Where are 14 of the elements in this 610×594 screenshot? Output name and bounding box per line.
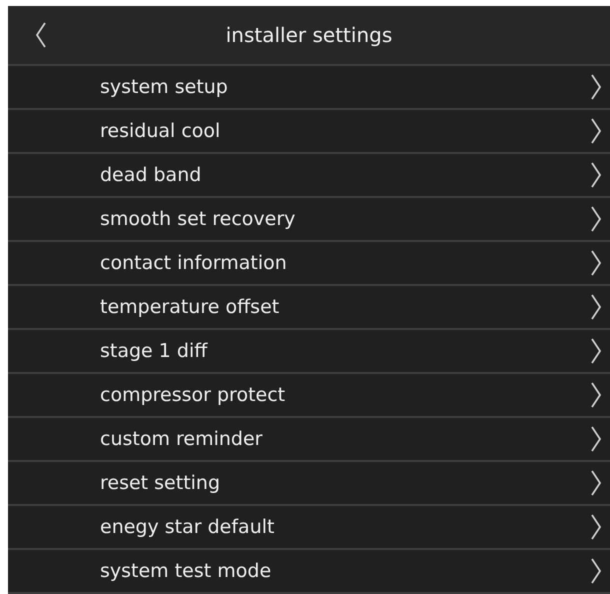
screen-title: installer settings [226,25,392,45]
chevron-right-icon [590,73,602,101]
chevron-right-icon [590,293,602,321]
chevron-right-icon [590,117,602,145]
chevron-right-icon [590,249,602,277]
chevron-right-icon [590,337,602,365]
back-chevron-icon [35,21,47,49]
chevron-right-icon [590,205,602,233]
chevron-right-icon [590,161,602,189]
chevron-right-icon [590,381,602,409]
chevron-right-icon [590,557,602,585]
chevron-right-icon [590,513,602,541]
chevron-right-icon [590,425,602,453]
chevron-right-icon [590,469,602,497]
